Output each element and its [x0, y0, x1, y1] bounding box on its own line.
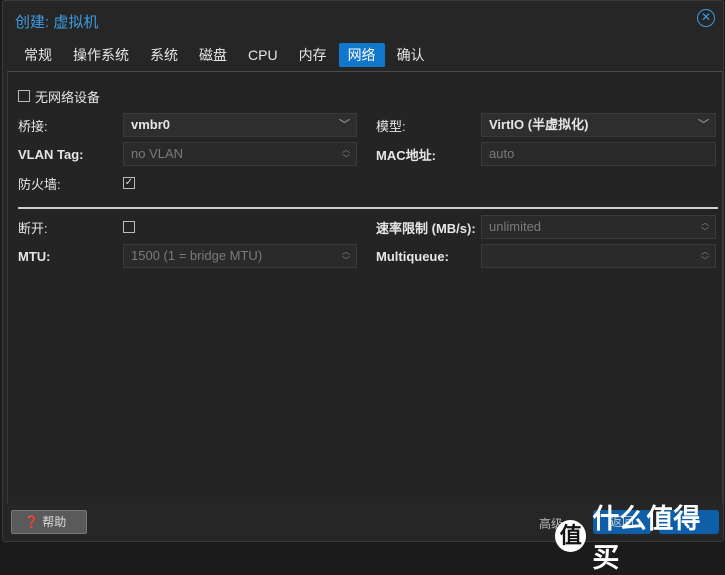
mac-placeholder: auto: [489, 146, 515, 161]
mtu-placeholder: 1500 (1 = bridge MTU): [131, 248, 263, 263]
model-value: VirtIO (半虚拟化): [489, 117, 589, 132]
disconnect-label: 断开:: [18, 220, 48, 236]
tab-system[interactable]: 系统: [141, 43, 187, 67]
disconnect-checkbox[interactable]: [123, 221, 135, 233]
question-icon: ❓: [24, 515, 39, 529]
model-select[interactable]: VirtIO (半虚拟化) ﹀: [481, 113, 716, 137]
tab-general[interactable]: 常规: [15, 43, 61, 67]
no-network-checkbox[interactable]: 无网络设备: [18, 84, 100, 108]
rate-input[interactable]: unlimited ︿ ﹀: [481, 215, 716, 239]
no-network-label: 无网络设备: [35, 89, 101, 105]
model-label: 模型:: [376, 118, 406, 134]
tab-memory[interactable]: 内存: [290, 43, 336, 67]
spinner-icon[interactable]: ︿ ﹀: [342, 247, 350, 265]
divider: [18, 207, 718, 209]
dialog-title: 创建: 虚拟机: [15, 14, 99, 31]
vlan-input[interactable]: no VLAN ︿ ﹀: [123, 142, 357, 166]
bridge-select[interactable]: vmbr0 ﹀: [123, 113, 357, 137]
rate-placeholder: unlimited: [489, 219, 542, 234]
tab-cpu[interactable]: CPU: [239, 43, 287, 67]
multiqueue-input[interactable]: ︿ ﹀: [481, 244, 716, 268]
close-icon[interactable]: ✕: [697, 9, 715, 27]
help-label: 帮助: [42, 515, 67, 529]
multiqueue-label: Multiqueue:: [376, 248, 449, 264]
bridge-value: vmbr0: [131, 117, 171, 132]
mac-input[interactable]: auto: [481, 142, 716, 166]
firewall-label: 防火墙:: [18, 176, 61, 192]
firewall-checkbox[interactable]: ✓: [123, 177, 135, 189]
create-vm-dialog: 创建: 虚拟机 ✕ 常规 操作系统 系统 磁盘 CPU 内存 网络 确认 无网络…: [2, 0, 724, 542]
mtu-input[interactable]: 1500 (1 = bridge MTU) ︿ ﹀: [123, 244, 357, 268]
tab-network[interactable]: 网络: [338, 43, 385, 67]
watermark-logo: 值什么值得买: [555, 497, 725, 575]
checkbox[interactable]: [18, 90, 30, 102]
spinner-icon[interactable]: ︿ ﹀: [701, 218, 709, 236]
tab-bar: 常规 操作系统 系统 磁盘 CPU 内存 网络 确认: [15, 43, 437, 67]
spinner-icon[interactable]: ︿ ﹀: [701, 247, 709, 265]
mac-label: MAC地址:: [376, 147, 436, 163]
vlan-label: VLAN Tag:: [18, 146, 84, 162]
tab-disk[interactable]: 磁盘: [190, 43, 236, 67]
spinner-icon[interactable]: ︿ ﹀: [342, 145, 350, 163]
tab-confirm[interactable]: 确认: [388, 43, 434, 67]
help-button[interactable]: ❓ 帮助: [11, 510, 87, 534]
tab-os[interactable]: 操作系统: [64, 43, 138, 67]
vlan-placeholder: no VLAN: [131, 146, 184, 161]
network-panel: 无网络设备 桥接: vmbr0 ﹀ 模型: VirtIO (半虚拟化) ﹀ VLAN…: [7, 71, 723, 503]
rate-label: 速率限制 (MB/s):: [376, 220, 476, 236]
chevron-down-icon[interactable]: ﹀: [339, 114, 350, 136]
chevron-down-icon[interactable]: ﹀: [698, 114, 709, 136]
bridge-label: 桥接:: [18, 118, 48, 134]
mtu-label: MTU:: [18, 248, 51, 264]
